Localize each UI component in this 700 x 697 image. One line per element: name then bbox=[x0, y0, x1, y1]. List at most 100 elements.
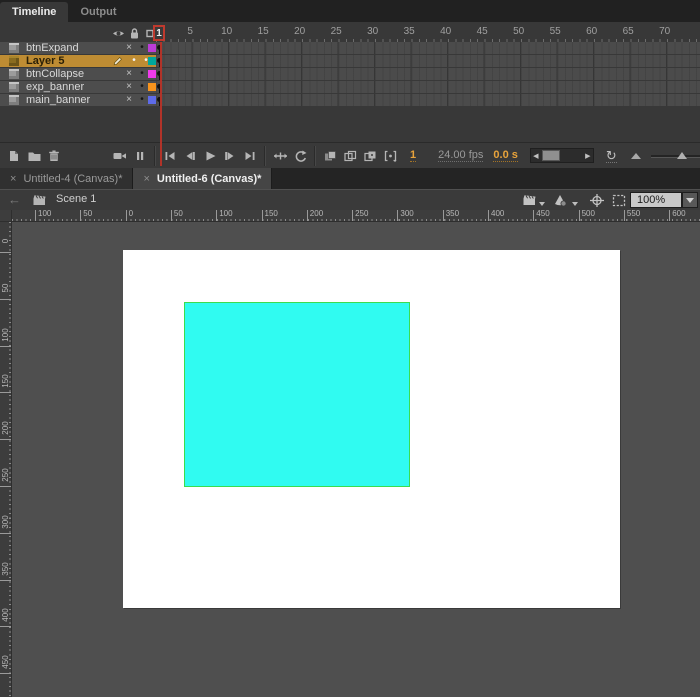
close-icon[interactable]: × bbox=[143, 173, 149, 185]
edit-symbols-caret-icon[interactable] bbox=[572, 202, 578, 206]
layer-color-swatch[interactable] bbox=[148, 83, 156, 91]
clip-content-icon[interactable] bbox=[611, 193, 627, 208]
doc-tab-label: Untitled-6 (Canvas)* bbox=[156, 172, 262, 185]
drawn-rectangle[interactable] bbox=[184, 302, 410, 487]
layer-name-cell[interactable]: btnExpand × • bbox=[0, 42, 156, 54]
layer-name-cell[interactable]: btnCollapse × • bbox=[0, 68, 156, 80]
layer-row-layer-5[interactable]: Layer 5 • • bbox=[0, 55, 700, 67]
layer-color-swatch[interactable] bbox=[148, 96, 156, 104]
onion-skin-icon[interactable] bbox=[320, 148, 340, 164]
scroll-right-icon[interactable]: ▶ bbox=[583, 152, 593, 160]
camera-icon[interactable] bbox=[110, 148, 130, 164]
ruler-corner bbox=[0, 210, 12, 222]
close-icon[interactable]: × bbox=[10, 173, 16, 185]
playhead-marker[interactable]: 1 bbox=[153, 25, 165, 41]
frame-number: 65 bbox=[622, 26, 634, 37]
ruler-label: 250 bbox=[355, 209, 369, 218]
ruler-tick bbox=[397, 210, 399, 221]
loop-icon[interactable] bbox=[290, 148, 310, 164]
ruler-tick bbox=[35, 210, 36, 221]
center-frame-icon[interactable] bbox=[270, 148, 290, 164]
layer-name-cell[interactable]: Layer 5 • • bbox=[0, 55, 156, 67]
frame-ruler[interactable]: 1 5 10 15 20 25 30 35 40 45 50 55 60 65 70 bbox=[153, 25, 700, 42]
layer-frames-cell[interactable] bbox=[156, 94, 700, 106]
layer-hidden-x-icon[interactable]: × bbox=[124, 94, 134, 106]
layer-hidden-x-icon[interactable]: × bbox=[124, 68, 134, 80]
ruler-label: 50 bbox=[83, 209, 93, 218]
current-frame-field[interactable]: 1 bbox=[410, 149, 417, 162]
edit-scene-icon[interactable] bbox=[522, 193, 538, 207]
layer-frames-cell[interactable] bbox=[156, 68, 700, 80]
reset-timeline-view-icon[interactable]: ↻ bbox=[605, 149, 617, 163]
ruler-label: 200 bbox=[309, 209, 324, 218]
playhead-line[interactable] bbox=[160, 42, 162, 166]
layer-frames-cell[interactable] bbox=[156, 42, 700, 54]
frame-size-slider[interactable] bbox=[650, 151, 700, 161]
ruler-label: 600 bbox=[672, 209, 686, 218]
layer-hidden-x-icon[interactable]: × bbox=[124, 81, 134, 93]
layer-page-icon bbox=[9, 56, 19, 66]
scroll-left-icon[interactable]: ◀ bbox=[531, 152, 541, 160]
ruler-label: 100 bbox=[1, 327, 10, 342]
elapsed-time-field[interactable]: 0.0 s bbox=[493, 149, 518, 162]
layer-frames-cell[interactable] bbox=[156, 81, 700, 93]
layer-hidden-x-icon[interactable]: × bbox=[124, 42, 134, 54]
layer-frames-cell[interactable] bbox=[156, 55, 700, 67]
layer-unlocked-dot[interactable]: • bbox=[137, 81, 147, 93]
lock-icon[interactable] bbox=[128, 27, 141, 40]
frame-number: 35 bbox=[403, 26, 415, 37]
go-to-last-icon[interactable] bbox=[240, 148, 260, 164]
edit-symbols-icon[interactable] bbox=[552, 193, 570, 208]
stage-canvas[interactable] bbox=[123, 250, 620, 608]
layer-color-swatch[interactable] bbox=[148, 44, 156, 52]
slider-thumb[interactable] bbox=[676, 151, 687, 159]
edit-scene-caret-icon[interactable] bbox=[539, 202, 545, 206]
timeline-scrollbar[interactable]: ◀ ▶ bbox=[529, 148, 594, 163]
layer-row-btncollapse[interactable]: btnCollapse × • bbox=[0, 68, 700, 80]
layer-unlocked-dot[interactable]: • bbox=[137, 68, 147, 80]
ruler-label: 300 bbox=[400, 209, 414, 218]
new-layer-icon[interactable] bbox=[4, 148, 24, 164]
layer-bars-icon[interactable] bbox=[130, 148, 150, 164]
go-to-first-icon[interactable] bbox=[160, 148, 180, 164]
layer-visible-dot[interactable]: • bbox=[129, 55, 139, 67]
tab-timeline[interactable]: Timeline bbox=[0, 2, 69, 22]
tab-output[interactable]: Output bbox=[68, 2, 128, 22]
shorter-frames-icon[interactable] bbox=[630, 152, 641, 159]
layer-row-main_banner[interactable]: main_banner × • bbox=[0, 94, 700, 106]
layer-row-exp_banner[interactable]: exp_banner × • bbox=[0, 81, 700, 93]
layer-name-cell[interactable]: main_banner × • bbox=[0, 94, 156, 106]
eye-icon[interactable] bbox=[112, 27, 125, 40]
play-icon[interactable] bbox=[200, 148, 220, 164]
delete-icon[interactable] bbox=[44, 148, 64, 164]
step-forward-icon[interactable] bbox=[220, 148, 240, 164]
step-back-icon[interactable] bbox=[180, 148, 200, 164]
center-stage-icon[interactable] bbox=[589, 193, 605, 208]
zoom-level-input[interactable]: 100% bbox=[630, 192, 682, 208]
chevron-down-icon bbox=[686, 197, 694, 203]
layer-row-btnexpand[interactable]: btnExpand × • bbox=[0, 42, 700, 54]
frame-number: 25 bbox=[330, 26, 342, 37]
fps-field[interactable]: 24.00 fps bbox=[438, 149, 484, 162]
layer-unlocked-dot[interactable]: • bbox=[137, 94, 147, 106]
scrollbar-thumb[interactable] bbox=[541, 150, 560, 161]
ruler-label: 400 bbox=[491, 209, 505, 218]
modify-markers-icon[interactable] bbox=[380, 148, 400, 164]
toolbar-playback-icons bbox=[160, 148, 260, 164]
zoom-dropdown-button[interactable] bbox=[682, 192, 698, 208]
doc-tab-untitled-4[interactable]: × Untitled-4 (Canvas)* bbox=[0, 168, 134, 189]
pencil-icon bbox=[112, 55, 124, 67]
onion-outline-icon[interactable] bbox=[340, 148, 360, 164]
layer-name-cell[interactable]: exp_banner × • bbox=[0, 81, 156, 93]
back-arrow-icon[interactable]: ← bbox=[8, 192, 21, 207]
pasteboard[interactable] bbox=[12, 222, 700, 697]
layer-unlocked-dot[interactable]: • bbox=[137, 42, 147, 54]
new-folder-icon[interactable] bbox=[24, 148, 44, 164]
doc-tab-untitled-6[interactable]: × Untitled-6 (Canvas)* bbox=[133, 168, 273, 189]
ruler-label: 0 bbox=[1, 238, 10, 244]
ruler-tick bbox=[261, 210, 263, 221]
layer-color-swatch[interactable] bbox=[148, 57, 156, 65]
layer-color-swatch[interactable] bbox=[148, 70, 156, 78]
edit-multiple-frames-icon[interactable] bbox=[360, 148, 380, 164]
document-tab-bar: × Untitled-4 (Canvas)* × Untitled-6 (Can… bbox=[0, 168, 700, 189]
